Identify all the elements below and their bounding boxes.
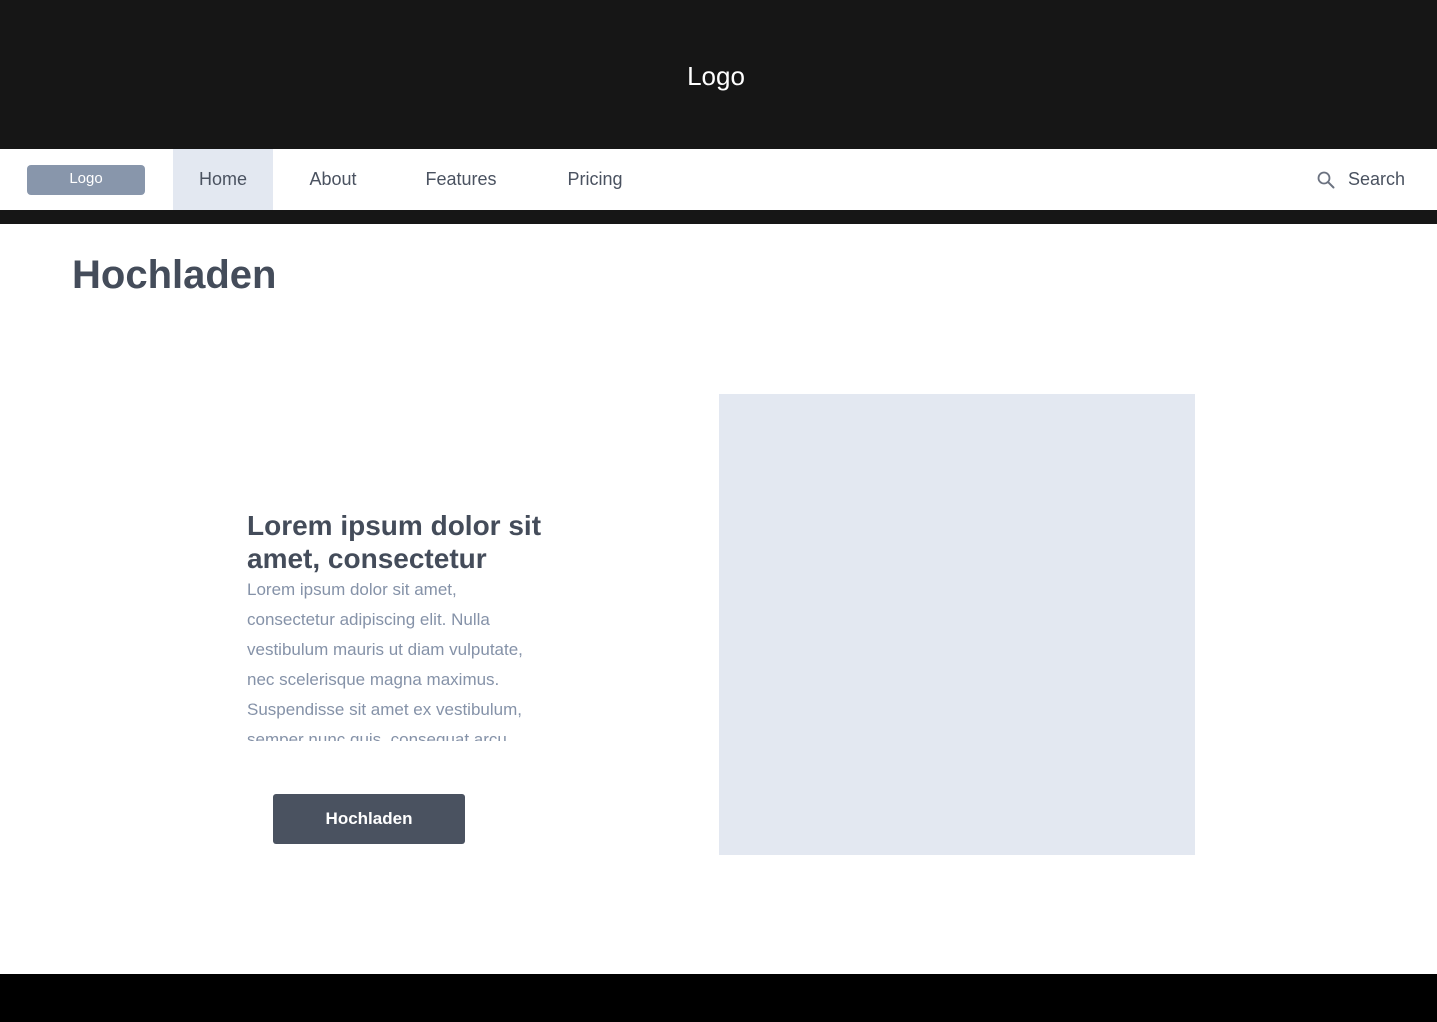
nav-divider	[0, 210, 1437, 224]
nav-logo[interactable]: Logo	[27, 165, 145, 195]
top-logo[interactable]: Logo	[0, 58, 1432, 94]
search-label: Search	[1348, 169, 1406, 189]
search-button[interactable]: Search	[1312, 149, 1412, 210]
search-icon	[1317, 171, 1335, 189]
nav-item-pricing[interactable]: Pricing	[558, 149, 632, 210]
nav-item-about[interactable]: About	[297, 149, 369, 210]
footer	[0, 974, 1437, 1022]
hero-body: Lorem ipsum dolor sit amet, consectetur …	[247, 580, 523, 741]
nav-item-features[interactable]: Features	[416, 149, 506, 210]
nav-item-home[interactable]: Home	[173, 149, 273, 210]
navbar: Logo Home About Features Pricing Search	[0, 149, 1437, 210]
page-title: Hochladen	[72, 253, 277, 297]
hero-heading: Lorem ipsum dolor sit amet, consectetur	[247, 510, 542, 574]
upload-button[interactable]: Hochladen	[273, 794, 465, 844]
top-banner: Logo	[0, 0, 1437, 149]
image-placeholder	[719, 394, 1195, 855]
